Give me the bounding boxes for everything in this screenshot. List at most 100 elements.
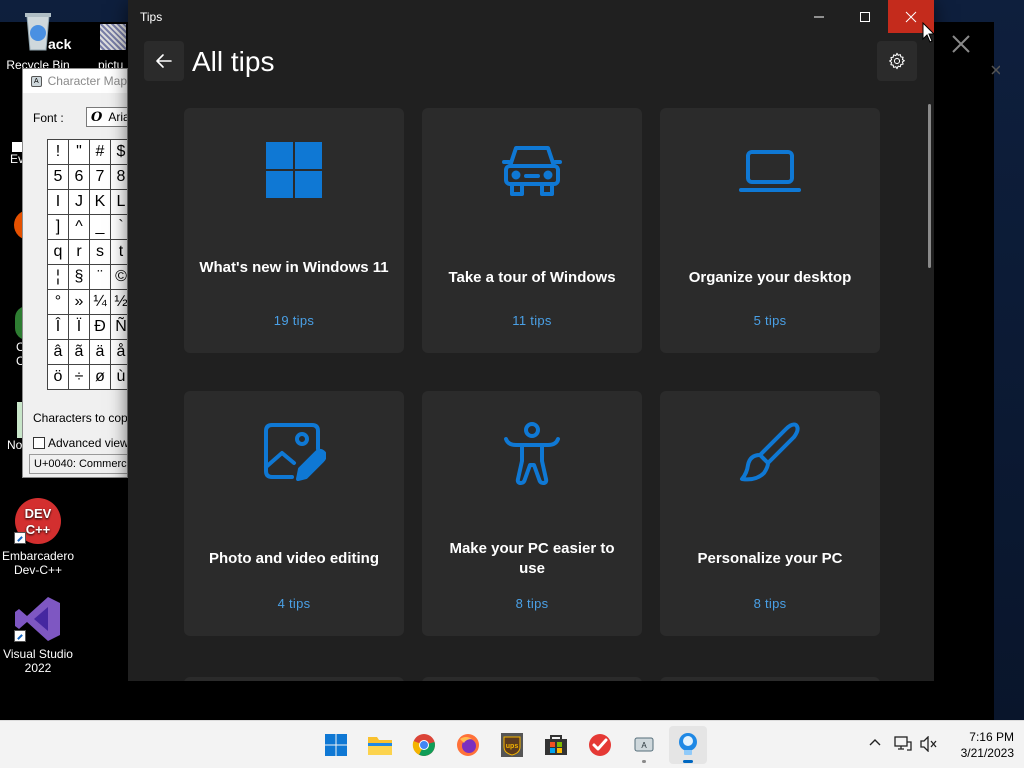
- character-cell[interactable]: å: [111, 340, 127, 365]
- taskbar-tips[interactable]: [669, 726, 707, 764]
- close-icon[interactable]: [950, 33, 972, 55]
- character-cell[interactable]: ½: [111, 290, 127, 315]
- character-cell[interactable]: ^: [69, 215, 90, 240]
- system-clock[interactable]: 7:16 PM 3/21/2023: [944, 729, 1014, 761]
- tip-category-card[interactable]: Organize your desktop 5 tips: [660, 108, 880, 353]
- tip-category-card[interactable]: What's new in Windows 11 19 tips: [184, 108, 404, 353]
- start-button[interactable]: [317, 726, 355, 764]
- character-cell[interactable]: ¦: [48, 265, 69, 290]
- character-grid-row: ] ^ _ `: [48, 215, 127, 240]
- taskbar-character-map[interactable]: A: [625, 726, 663, 764]
- character-cell[interactable]: I: [48, 190, 69, 215]
- back-button[interactable]: [144, 41, 184, 81]
- desktop-icon-partial[interactable]: Ev: [0, 142, 22, 166]
- paintbrush-icon: [738, 421, 802, 485]
- status-bar: U+0040: Commercia: [29, 454, 127, 474]
- character-cell[interactable]: ]: [48, 215, 69, 240]
- taskbar-firefox[interactable]: [449, 726, 487, 764]
- picture-icon: [100, 24, 126, 50]
- character-cell[interactable]: r: [69, 240, 90, 265]
- advanced-view-checkbox[interactable]: Advanced view: [33, 436, 127, 450]
- character-cell[interactable]: t: [111, 240, 127, 265]
- character-cell[interactable]: s: [90, 240, 111, 265]
- taskbar-chrome[interactable]: [405, 726, 443, 764]
- character-cell[interactable]: ©: [111, 265, 127, 290]
- character-cell[interactable]: â: [48, 340, 69, 365]
- font-select[interactable]: O Aria: [86, 107, 127, 127]
- maximize-button[interactable]: [842, 0, 888, 33]
- tip-category-card-partial[interactable]: [660, 677, 880, 681]
- tip-category-card[interactable]: Take a tour of Windows 11 tips: [422, 108, 642, 353]
- character-cell[interactable]: Ð: [90, 315, 111, 340]
- desktop-icon-partial[interactable]: C C: [0, 306, 22, 382]
- desktop-icon-visual-studio[interactable]: Visual Studio 2022: [0, 594, 76, 675]
- desktop-icon-partial[interactable]: [0, 210, 22, 250]
- character-cell[interactable]: ø: [90, 365, 111, 390]
- character-cell[interactable]: »: [69, 290, 90, 315]
- character-grid[interactable]: ! " # $5 6 7 8 I J K L] ^ _ ` q r s t ¦ § ¨ © °» ¼ ½ Î Ï Ð Ñâ ã ä å ö ÷ ø ù: [47, 139, 127, 390]
- shortcut-arrow-icon: [14, 630, 26, 642]
- clock-time: 7:16 PM: [969, 730, 1014, 744]
- character-cell[interactable]: ù: [111, 365, 127, 390]
- character-cell[interactable]: #: [90, 140, 111, 165]
- character-cell[interactable]: ÷: [69, 365, 90, 390]
- app-icon: [14, 210, 22, 240]
- taskbar-microsoft-store[interactable]: [537, 726, 575, 764]
- tip-category-card-partial[interactable]: [422, 677, 642, 681]
- character-cell[interactable]: $: [111, 140, 127, 165]
- tips-window[interactable]: Tips All tips What's new in Windows 11 1…: [128, 0, 934, 681]
- svg-text:C++: C++: [26, 522, 51, 537]
- chrome-icon: [412, 734, 435, 756]
- character-cell[interactable]: Ï: [69, 315, 90, 340]
- character-cell[interactable]: ¼: [90, 290, 111, 315]
- desktop-icon-label: Visual Studio 2022: [3, 647, 73, 675]
- desktop-icon-pictures[interactable]: pictu: [98, 24, 128, 72]
- tip-category-card[interactable]: Photo and video editing 4 tips: [184, 391, 404, 636]
- volume-button[interactable]: [920, 735, 938, 757]
- character-cell[interactable]: !: [48, 140, 69, 165]
- desktop-icon-recycle-bin[interactable]: Recycle Bin ack: [0, 8, 76, 72]
- desktop-icon-devcpp[interactable]: DEV C++ Embarcadero Dev-C++: [0, 496, 76, 577]
- taskbar-todo[interactable]: [581, 726, 619, 764]
- character-cell[interactable]: 8: [111, 165, 127, 190]
- character-cell[interactable]: J: [69, 190, 90, 215]
- close-icon[interactable]: [990, 64, 1001, 78]
- character-cell[interactable]: Î: [48, 315, 69, 340]
- character-cell[interactable]: 5: [48, 165, 69, 190]
- scrollbar-thumb[interactable]: [928, 104, 931, 268]
- taskbar-ups[interactable]: ups: [493, 726, 531, 764]
- character-cell[interactable]: ã: [69, 340, 90, 365]
- minimize-button[interactable]: [796, 0, 842, 33]
- settings-button[interactable]: [877, 41, 917, 81]
- tip-category-card[interactable]: Make your PC easier to use 8 tips: [422, 391, 642, 636]
- tip-category-card[interactable]: Personalize your PC 8 tips: [660, 391, 880, 636]
- character-grid-row: qrst: [48, 240, 127, 265]
- character-cell[interactable]: `: [111, 215, 127, 240]
- titlebar[interactable]: Tips: [128, 0, 934, 33]
- character-cell[interactable]: Ñ: [111, 315, 127, 340]
- svg-text:ups: ups: [506, 743, 519, 750]
- character-cell[interactable]: 7: [90, 165, 111, 190]
- character-cell[interactable]: 6: [69, 165, 90, 190]
- character-cell[interactable]: ": [69, 140, 90, 165]
- character-cell[interactable]: q: [48, 240, 69, 265]
- character-map-window[interactable]: A Character Map Font : O Aria ! " # $5 6 7 8 I J…: [22, 68, 128, 478]
- show-hidden-icons-button[interactable]: [868, 736, 882, 755]
- character-cell[interactable]: °: [48, 290, 69, 315]
- character-cell[interactable]: L: [111, 190, 127, 215]
- mouse-cursor-icon: [922, 22, 936, 43]
- character-cell[interactable]: ä: [90, 340, 111, 365]
- network-button[interactable]: [894, 736, 912, 757]
- character-cell[interactable]: _: [90, 215, 111, 240]
- font-label: Font :: [33, 111, 64, 125]
- tip-category-card-partial[interactable]: [184, 677, 404, 681]
- character-cell[interactable]: ¨: [90, 265, 111, 290]
- app-icon: [15, 306, 22, 340]
- character-cell[interactable]: §: [69, 265, 90, 290]
- character-cell[interactable]: K: [90, 190, 111, 215]
- desktop-icon-partial[interactable]: No: [0, 402, 22, 466]
- charmap-titlebar[interactable]: A Character Map: [23, 69, 127, 93]
- taskbar-file-explorer[interactable]: [361, 726, 399, 764]
- checkbox-box[interactable]: [33, 437, 45, 449]
- character-cell[interactable]: ö: [48, 365, 69, 390]
